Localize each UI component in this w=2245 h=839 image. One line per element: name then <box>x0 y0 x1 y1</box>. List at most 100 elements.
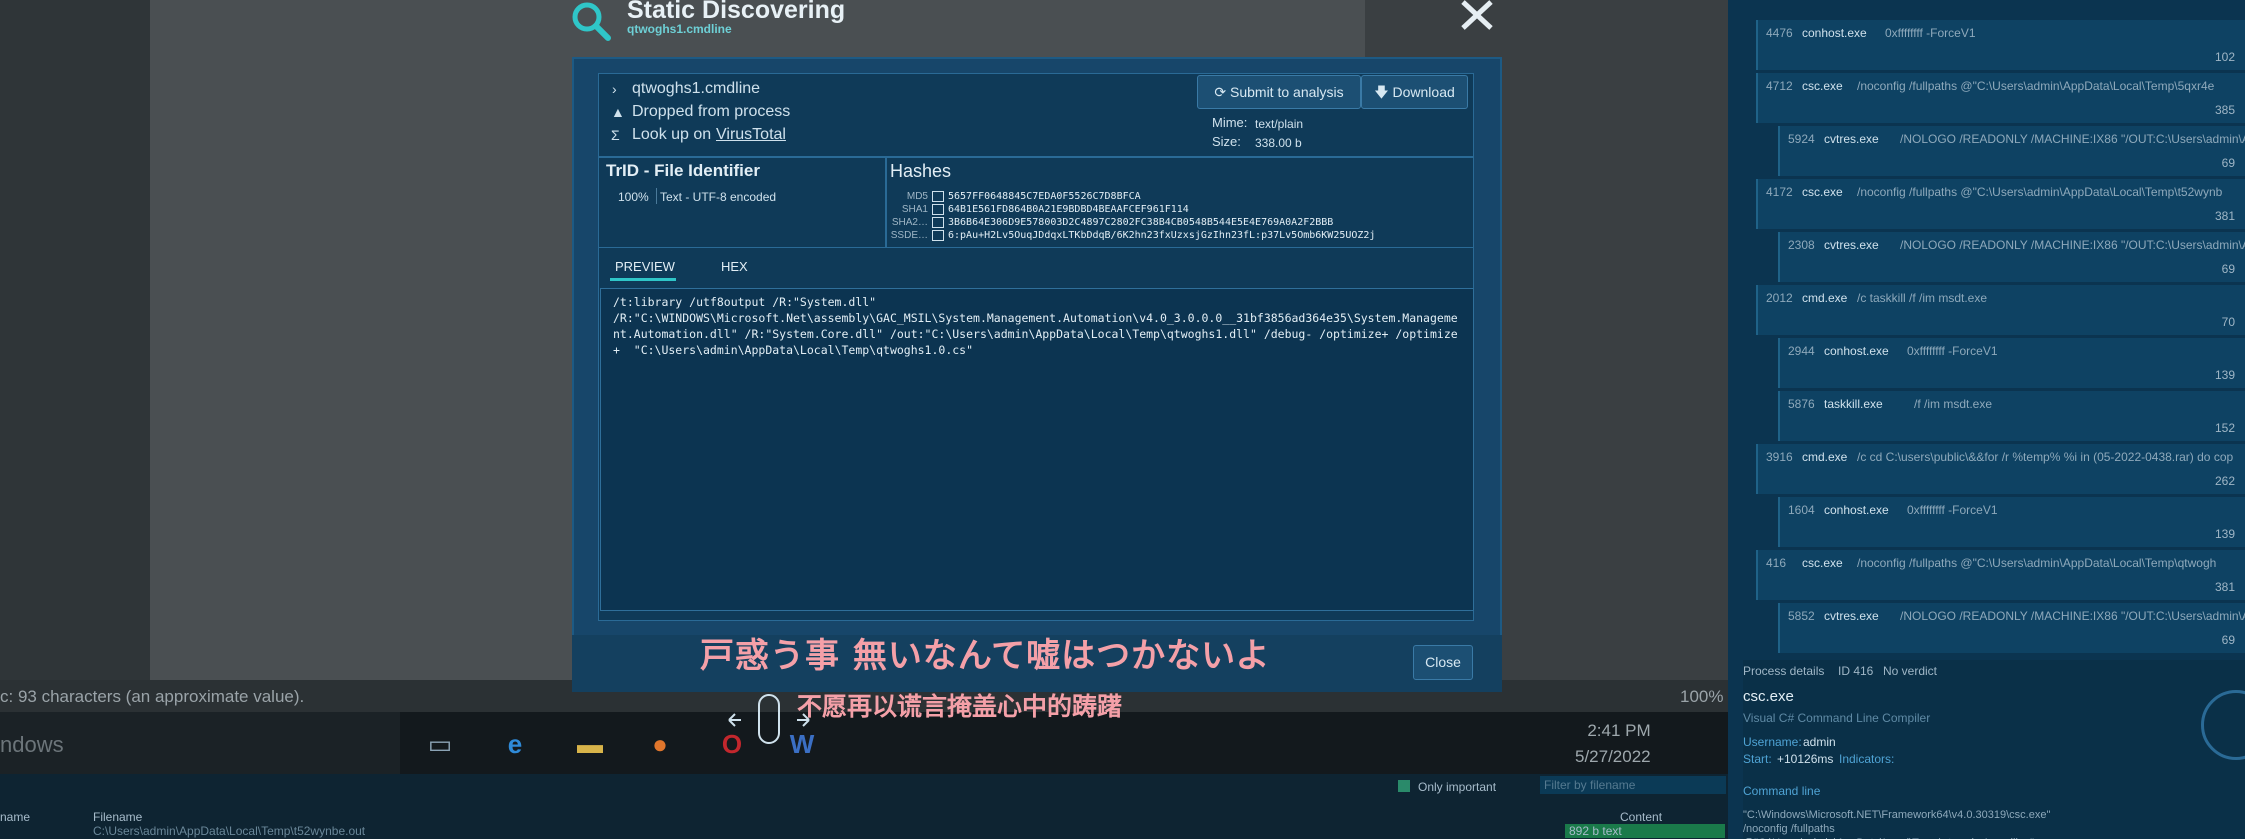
close-button[interactable]: Close <box>1413 645 1473 680</box>
process-pid: 4712 <box>1766 79 1793 93</box>
close-icon[interactable] <box>1457 0 1497 34</box>
process-count: 152 <box>2214 421 2235 435</box>
process-count: 381 <box>2214 209 2235 223</box>
process-pid: 4476 <box>1766 26 1793 40</box>
hash-list: MD5 5657FF0648845C7EDA0F5526C7D8BFCA SHA… <box>890 190 1472 242</box>
process-count: 69 <box>2221 156 2235 170</box>
pd-start-label: Start: <box>1743 752 1772 766</box>
process-count: 262 <box>2214 474 2235 488</box>
process-pid: 5852 <box>1788 609 1815 623</box>
process-cmd: /f /im msdt.exe <box>1914 397 1993 411</box>
word-count-status: c: 93 characters (an approximate value). <box>0 687 305 706</box>
process-row[interactable]: 1604 conhost.exe 0xffffffff -ForceV1 139 <box>1778 497 2245 547</box>
pd-name: csc.exe <box>1743 688 1794 705</box>
task-view-icon[interactable]: ▭ <box>420 724 460 764</box>
process-cmd: /NOLOGO /READONLY /MACHINE:IX86 "/OUT:C:… <box>1900 238 2245 252</box>
col-filename-header: Filename <box>93 810 143 824</box>
pd-start: +10126ms <box>1777 752 1834 766</box>
process-row[interactable]: 2012 cmd.exe/c taskkill /f /im msdt.exe 70 <box>1756 285 2245 335</box>
file-size-value: 892 b <box>1569 824 1600 838</box>
process-cmd: /NOLOGO /READONLY /MACHINE:IX86 "/OUT:C:… <box>1900 609 2245 623</box>
virustotal-link[interactable]: VirusTotal <box>716 126 786 144</box>
process-row[interactable]: 2944 conhost.exe 0xffffffff -ForceV1 139 <box>1778 338 2245 388</box>
taskbar-search[interactable]: ndows <box>0 712 400 774</box>
process-count: 70 <box>2221 315 2235 329</box>
process-name: csc.exe <box>1802 79 1843 93</box>
process-count: 102 <box>2214 50 2235 64</box>
only-important-checkbox[interactable] <box>1398 780 1410 792</box>
pd-username: admin <box>1803 735 1836 749</box>
download-button[interactable]: 🡇 Download <box>1361 75 1468 109</box>
process-name: taskkill.exe <box>1824 397 1883 411</box>
clock-time: 2:41 PM <box>1587 721 1651 740</box>
process-row[interactable]: 4172 csc.exe/noconfig /fullpaths @"C:\Use… <box>1756 179 2245 229</box>
mime-label: Mime: <box>1212 115 1248 130</box>
process-row[interactable]: 3916 cmd.exe/c cd C:\users\public\&&for /… <box>1756 444 2245 494</box>
pd-desc: Visual C# Command Line Compiler <box>1743 711 1931 725</box>
file-type: text <box>1602 824 1622 838</box>
process-pid: 2944 <box>1788 344 1815 358</box>
lyric-chinese: 不愿再以谎言掩盖心中的踌躇 <box>797 692 1123 721</box>
process-cmd: /NOLOGO /READONLY /MACHINE:IX86 "/OUT:C:… <box>1900 132 2245 146</box>
process-row[interactable]: 4476 conhost.exe 0xffffffff -ForceV1 102 <box>1756 20 2245 70</box>
process-pid: 4172 <box>1766 185 1793 199</box>
process-count: 139 <box>2214 368 2235 382</box>
process-row[interactable]: 5924 cvtres.exe/NOLOGO /READONLY /MACHINE… <box>1778 126 2245 176</box>
process-row[interactable]: 5876 taskkill.exe/f /im msdt.exe 152 <box>1778 391 2245 441</box>
process-cmd: 0xffffffff -ForceV1 <box>1907 503 1998 517</box>
tab-hex[interactable]: HEX <box>721 259 748 274</box>
files-bar: name Filename C:\Users\admin\AppData\Loc… <box>0 774 1728 839</box>
hash-value: 6:pAu+H2Lv5OuqJDdqxLTKbDdqB/6K2hn23fxUzx… <box>948 230 1376 241</box>
modal-subtitle: qtwoghs1.cmdline <box>627 22 732 36</box>
process-row[interactable]: 5852 cvtres.exe/NOLOGO /READONLY /MACHINE… <box>1778 603 2245 653</box>
process-name: cmd.exe <box>1802 450 1848 464</box>
zoom-level[interactable]: 100% <box>1680 687 1723 707</box>
hash-label: SHA2… <box>891 217 928 228</box>
only-important-label[interactable]: Only important <box>1418 780 1496 794</box>
copy-icon[interactable] <box>932 191 944 202</box>
clock-date: 5/27/2022 <box>1575 747 1651 766</box>
hash-label: SHA1 <box>901 204 928 215</box>
system-clock[interactable]: 2:41 PM 5/27/2022 <box>1575 718 1651 770</box>
process-pid: 3916 <box>1766 450 1793 464</box>
process-pid: 5924 <box>1788 132 1815 146</box>
hash-row: SSDE… 6:pAu+H2Lv5OuqJDdqxLTKbDdqB/6K2hn2… <box>890 229 1472 242</box>
hash-value: 5657FF0648845C7EDA0F5526C7D8BFCA <box>948 191 1141 202</box>
process-count: 69 <box>2221 262 2235 276</box>
process-cmd: /c taskkill /f /im msdt.exe <box>1857 291 1988 305</box>
firefox-icon[interactable]: ● <box>640 724 680 764</box>
hash-row: SHA2… 3B6B64E306D9E578003D2C4897C2802FC3… <box>890 216 1472 229</box>
trid-percent: 100% <box>618 190 649 204</box>
process-name: cvtres.exe <box>1824 132 1879 146</box>
pd-username-label: Username: <box>1743 735 1802 749</box>
search-icon <box>572 2 611 41</box>
copy-icon[interactable] <box>932 217 944 228</box>
hash-label: SSDE… <box>890 230 928 241</box>
submit-to-analysis-button[interactable]: ⟳ Submit to analysis <box>1197 75 1361 109</box>
trid-divider <box>656 188 657 204</box>
submit-label: Submit to analysis <box>1230 84 1344 100</box>
process-pid: 2012 <box>1766 291 1793 305</box>
process-cmd: /noconfig /fullpaths @"C:\Users\admin\Ap… <box>1857 556 2217 570</box>
edge-icon[interactable]: e <box>495 724 535 764</box>
tab-preview-underline <box>610 278 676 281</box>
copy-icon[interactable] <box>932 204 944 215</box>
dropped-from-process-link[interactable]: Dropped from process <box>632 103 790 121</box>
download-label: Download <box>1392 84 1455 100</box>
trid-title: TrID - File Identifier <box>606 161 760 180</box>
process-count: 69 <box>2221 633 2235 647</box>
col-name-header: name <box>0 810 31 824</box>
process-count: 139 <box>2214 527 2235 541</box>
process-row[interactable]: 2308 cvtres.exe/NOLOGO /READONLY /MACHINE… <box>1778 232 2245 282</box>
file-explorer-icon[interactable]: ▬ <box>570 724 610 764</box>
process-row[interactable]: 4712 csc.exe/noconfig /fullpaths @"C:\Use… <box>1756 73 2245 123</box>
filter-filename-input[interactable]: Filter by filename <box>1540 776 1726 794</box>
process-pid: 2308 <box>1788 238 1815 252</box>
process-pid: 5876 <box>1788 397 1815 411</box>
copy-icon[interactable] <box>932 230 944 241</box>
process-name: csc.exe <box>1802 556 1843 570</box>
word-left-margin <box>0 0 150 680</box>
tab-preview[interactable]: PREVIEW <box>615 259 675 274</box>
process-row[interactable]: 416 csc.exe/noconfig /fullpaths @"C:\User… <box>1756 550 2245 600</box>
threat-gauge <box>2201 690 2245 760</box>
